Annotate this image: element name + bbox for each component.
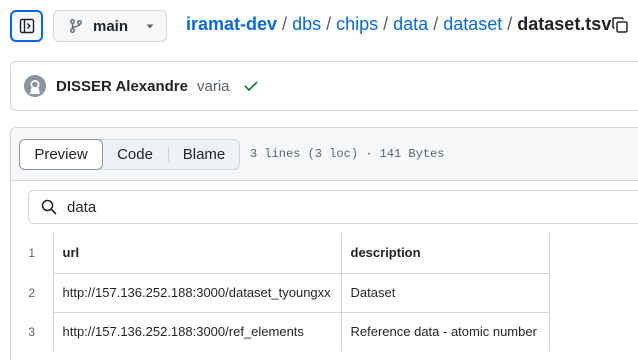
table-row: 3 http://157.136.252.188:3000/ref_elemen… [11, 311, 550, 351]
search-box[interactable] [28, 190, 638, 224]
search-row [11, 181, 638, 233]
tab-blame[interactable]: Blame [169, 140, 239, 169]
breadcrumb-link-chips[interactable]: chips [336, 14, 378, 35]
avatar[interactable] [24, 75, 46, 97]
triangle-down-icon [146, 24, 154, 29]
breadcrumb-current-file: dataset.tsv [517, 14, 612, 34]
file-info: 3 lines (3 loc) · 141 Bytes [250, 147, 445, 161]
table-header-row: 1 url description [11, 233, 550, 273]
copy-icon [612, 17, 628, 33]
branch-name: main [93, 17, 129, 35]
file-header: Preview Code Blame 3 lines (3 loc) · 141… [11, 128, 638, 181]
sidebar-toggle-button[interactable] [10, 10, 43, 42]
breadcrumb-separator: / [326, 14, 332, 34]
breadcrumb-separator: / [433, 14, 439, 34]
table-cell: http://157.136.252.188:3000/ref_elements [52, 311, 341, 351]
column-header: url [52, 233, 341, 273]
breadcrumb-link-data[interactable]: data [393, 14, 428, 35]
breadcrumb-separator: / [507, 14, 513, 34]
data-table: 1 url description 2 http://157.136.252.1… [11, 233, 550, 351]
table-cell: Dataset [340, 272, 550, 312]
line-number[interactable]: 3 [11, 312, 53, 351]
table-cell: Reference data - atomic number [340, 311, 550, 351]
branch-selector-button[interactable]: main [53, 10, 167, 42]
search-icon [41, 199, 57, 215]
commit-author[interactable]: DISSER Alexandre [56, 78, 188, 95]
breadcrumb-link-dataset[interactable]: dataset [443, 14, 502, 35]
commit-message[interactable]: varia [197, 78, 230, 95]
line-number[interactable]: 1 [11, 233, 53, 273]
file-viewer: Preview Code Blame 3 lines (3 loc) · 141… [10, 127, 638, 360]
tab-code[interactable]: Code [102, 140, 168, 169]
line-number[interactable]: 2 [11, 273, 53, 312]
copy-path-button[interactable] [611, 16, 629, 34]
search-input[interactable] [67, 198, 567, 216]
breadcrumb-separator: / [383, 14, 389, 34]
git-branch-icon [70, 19, 82, 33]
table-row: 2 http://157.136.252.188:3000/dataset_ty… [11, 272, 550, 312]
latest-commit-box: DISSER Alexandre varia [10, 61, 638, 111]
column-header: description [340, 233, 550, 273]
breadcrumb-link-dbs[interactable]: dbs [292, 14, 321, 35]
breadcrumb-repo-link[interactable]: iramat-dev [186, 14, 277, 35]
sidebar-expand-icon [19, 18, 34, 34]
breadcrumb-separator: / [282, 14, 288, 34]
table-cell: http://157.136.252.188:3000/dataset_tyou… [52, 272, 341, 312]
tab-preview[interactable]: Preview [19, 138, 103, 170]
breadcrumb: iramat-dev / dbs / chips / data / datase… [186, 14, 611, 35]
view-mode-segmented-control: Preview Code Blame [19, 138, 240, 170]
github-avatar-icon [24, 75, 46, 97]
check-icon[interactable] [243, 78, 259, 94]
